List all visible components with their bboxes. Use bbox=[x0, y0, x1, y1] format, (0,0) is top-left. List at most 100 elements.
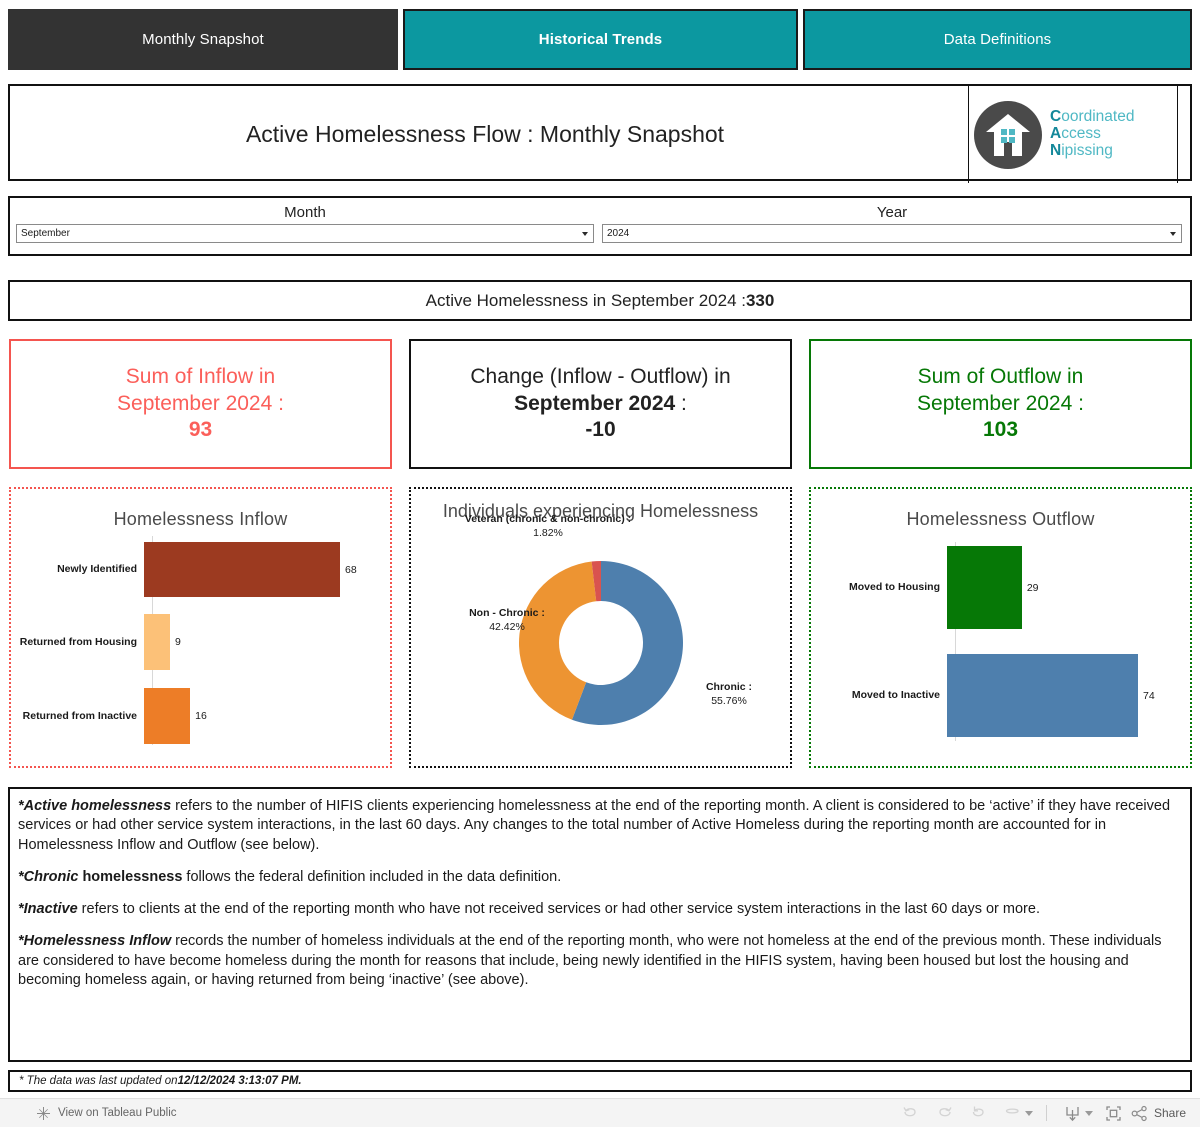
bar-value: 68 bbox=[345, 563, 357, 576]
logo-line2-rest: ccess bbox=[1061, 125, 1101, 143]
bar-label: Returned from Inactive bbox=[22, 709, 137, 722]
pie-label-name: Non - Chronic : bbox=[469, 607, 545, 619]
share-label: Share bbox=[1153, 1106, 1186, 1120]
bar-row[interactable]: Moved to Inactive 74 bbox=[811, 654, 1190, 737]
bar-value: 9 bbox=[174, 636, 181, 648]
fullscreen-icon[interactable] bbox=[1097, 1100, 1131, 1126]
kpi-inflow-line1: Sum of Inflow in bbox=[125, 364, 276, 388]
bar-rect[interactable] bbox=[144, 614, 170, 670]
kpi-change-line2: September 2024 bbox=[514, 391, 676, 415]
month-select[interactable]: September bbox=[16, 224, 594, 243]
share-button[interactable]: Share bbox=[1131, 1105, 1186, 1122]
bar-row[interactable]: Newly Identified 68 bbox=[11, 542, 390, 597]
tab-label: Historical Trends bbox=[538, 31, 663, 48]
definition-inactive: *Inactive refers to clients at the end o… bbox=[18, 900, 1182, 919]
definition-lead-bold: homelessness bbox=[78, 868, 183, 885]
pie-label-name: Veteran (chronic & non-chronic) : bbox=[464, 513, 632, 525]
pie-label-veteran: Veteran (chronic & non-chronic) : 1.82% bbox=[423, 513, 673, 540]
kpi-card-inflow: Sum of Inflow in September 2024 : 93 bbox=[9, 339, 392, 469]
kpi-outflow-line2: September 2024 : bbox=[917, 391, 1084, 415]
chevron-down-icon bbox=[1170, 231, 1176, 236]
tab-label: Data Definitions bbox=[943, 31, 1052, 48]
pie-label-non-chronic: Non - Chronic : 42.42% bbox=[433, 607, 581, 634]
bar-label: Moved to Housing bbox=[849, 581, 940, 594]
bar-row[interactable]: Returned from Inactive 16 bbox=[11, 688, 390, 744]
last-updated-strip: * The data was last updated on 12/12/202… bbox=[8, 1070, 1192, 1092]
year-filter-label: Year bbox=[876, 204, 908, 221]
kpi-outflow-line1: Sum of Outflow in bbox=[917, 364, 1084, 388]
logo-wordmark: Coordinated Access Nipissing bbox=[1050, 109, 1134, 159]
donut-svg[interactable] bbox=[511, 553, 691, 733]
definition-lead: *Active homelessness bbox=[18, 798, 172, 814]
tab-label: Monthly Snapshot bbox=[142, 31, 264, 48]
bar-label: Returned from Housing bbox=[19, 635, 137, 648]
logo-line3-rest: ipissing bbox=[1061, 141, 1113, 159]
tab-historical-trends[interactable]: Historical Trends bbox=[403, 9, 798, 70]
bar-row[interactable]: Moved to Housing 29 bbox=[811, 546, 1190, 629]
definitions-panel: *Active homelessness refers to the numbe… bbox=[8, 787, 1192, 1062]
bar-rect[interactable] bbox=[144, 688, 191, 744]
house-icon bbox=[974, 100, 1042, 169]
definition-lead: *Chronic bbox=[18, 868, 79, 885]
kpi-inflow-line2: September 2024 : bbox=[117, 391, 284, 415]
logo-line1-rest: oordinated bbox=[1061, 108, 1135, 126]
chart-individuals-experiencing-homelessness: Individuals experiencing Homelessness Ve… bbox=[409, 487, 792, 768]
month-filter: Month September bbox=[16, 198, 594, 243]
definition-body: refers to clients at the end of the repo… bbox=[77, 901, 1040, 918]
undo-icon[interactable] bbox=[894, 1100, 928, 1126]
kpi-outflow-value: 103 bbox=[982, 418, 1019, 442]
logo-line3-cap: N bbox=[1050, 141, 1062, 159]
pie-label-percent: 1.82% bbox=[533, 526, 563, 539]
month-filter-label: Month bbox=[284, 204, 326, 221]
definition-lead: *Inactive bbox=[18, 901, 78, 918]
month-value: September bbox=[21, 228, 70, 239]
tableau-footer: View on Tableau Public Share bbox=[0, 1098, 1200, 1127]
chart-homelessness-inflow: Homelessness Inflow Newly Identified 68 … bbox=[9, 487, 392, 768]
toolbar-dropdown-caret-icon[interactable] bbox=[1024, 1110, 1033, 1116]
chart-title: Homelessness Outflow bbox=[906, 509, 1095, 529]
inflow-bars: Newly Identified 68 Returned from Housin… bbox=[11, 536, 390, 751]
year-select[interactable]: 2024 bbox=[602, 224, 1182, 243]
tab-monthly-snapshot[interactable]: Monthly Snapshot bbox=[8, 9, 398, 70]
bar-rect[interactable] bbox=[947, 546, 1022, 629]
kpi-inflow-value: 93 bbox=[188, 418, 213, 442]
tab-data-definitions[interactable]: Data Definitions bbox=[803, 9, 1192, 70]
bar-value: 74 bbox=[1143, 689, 1155, 702]
bar-value: 29 bbox=[1026, 581, 1039, 594]
logo-line1-cap: C bbox=[1050, 108, 1062, 126]
view-on-tableau-public-label: View on Tableau Public bbox=[58, 1107, 177, 1119]
pie-label-percent: 42.42% bbox=[489, 620, 525, 633]
dashboard-page: Monthly Snapshot Historical Trends Data … bbox=[0, 0, 1200, 1127]
definition-body: refers to the number of HIFIS clients ex… bbox=[18, 798, 1171, 853]
bar-label: Moved to Inactive bbox=[851, 689, 940, 702]
chart-title: Homelessness Inflow bbox=[113, 509, 288, 529]
definition-body: records the number of homeless individua… bbox=[18, 933, 1162, 988]
definition-chronic: *Chronic homelessness follows the federa… bbox=[18, 868, 1182, 887]
chart-homelessness-outflow: Homelessness Outflow Moved to Housing 29… bbox=[809, 487, 1192, 768]
bar-value: 16 bbox=[195, 710, 207, 722]
outflow-bars: Moved to Housing 29 Moved to Inactive 74 bbox=[811, 542, 1190, 747]
bar-row[interactable]: Returned from Housing 9 bbox=[11, 614, 390, 670]
revert-icon[interactable] bbox=[962, 1100, 996, 1126]
kpi-change-value: -10 bbox=[585, 418, 616, 442]
last-updated-prefix: * The data was last updated on bbox=[19, 1075, 178, 1087]
pie-label-percent: 55.76% bbox=[711, 694, 747, 707]
bar-rect[interactable] bbox=[947, 654, 1138, 737]
bar-rect[interactable] bbox=[144, 542, 340, 597]
download-dropdown-caret-icon[interactable] bbox=[1084, 1110, 1093, 1116]
donut-area: Veteran (chronic & non-chronic) : 1.82% … bbox=[411, 513, 790, 756]
active-homelessness-banner: Active Homelessness in September 2024 : … bbox=[8, 280, 1192, 321]
banner-text: Active Homelessness in September 2024 : bbox=[425, 290, 746, 310]
definition-inflow: *Homelessness Inflow records the number … bbox=[18, 932, 1182, 990]
chevron-down-icon bbox=[582, 231, 588, 236]
redo-icon[interactable] bbox=[928, 1100, 962, 1126]
view-on-tableau-public-link[interactable]: View on Tableau Public bbox=[36, 1106, 177, 1121]
last-updated-timestamp: 12/12/2024 3:13:07 PM. bbox=[177, 1075, 302, 1087]
year-value: 2024 bbox=[607, 228, 630, 239]
page-title: Active Homelessness Flow : Monthly Snaps… bbox=[245, 121, 725, 147]
banner-value: 330 bbox=[745, 290, 775, 310]
pie-label-chronic: Chronic : 55.76% bbox=[674, 681, 784, 708]
tableau-toolbar: Share bbox=[894, 1100, 1186, 1126]
year-filter: Year 2024 bbox=[602, 198, 1182, 243]
toolbar-divider bbox=[1045, 1105, 1047, 1121]
